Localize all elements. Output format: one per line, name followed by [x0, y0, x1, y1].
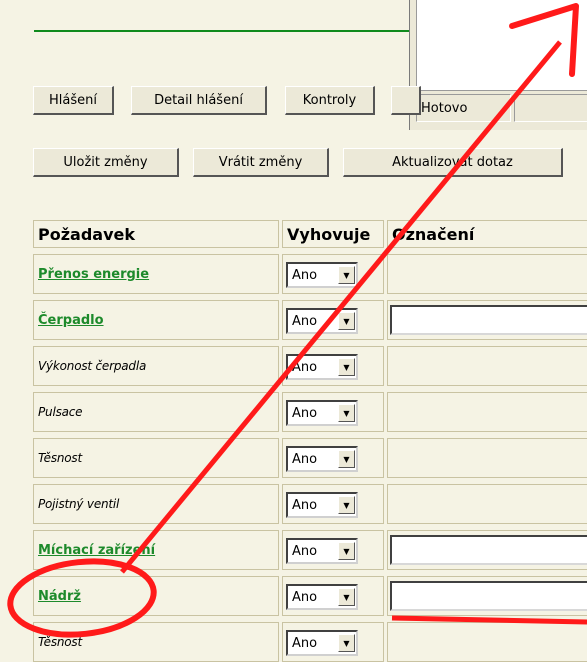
requirement-cell: Výkonost čerpadla [33, 346, 279, 386]
requirement-label: Výkonost čerpadla [38, 359, 147, 373]
requirement-label: Těsnost [38, 451, 82, 465]
popup-status-text: Hotovo [416, 94, 511, 122]
popup-window: Hotovo [409, 0, 587, 130]
marking-cell [387, 346, 587, 386]
requirement-cell: Čerpadlo [33, 300, 279, 340]
requirement-cell: Těsnost [33, 622, 279, 662]
tab-kontroly[interactable]: Kontroly [285, 86, 375, 115]
complies-select-value: Ano [292, 543, 318, 559]
chevron-down-icon[interactable]: ▼ [338, 496, 355, 514]
column-header-complies: Vyhovuje [282, 220, 384, 248]
requirement-label: Těsnost [38, 635, 82, 649]
chevron-down-icon[interactable]: ▼ [338, 588, 355, 606]
complies-select[interactable]: Ano ▼ [286, 400, 358, 426]
marking-cell [387, 254, 587, 294]
popup-content-area [416, 0, 587, 91]
chevron-down-icon[interactable]: ▼ [338, 450, 355, 468]
complies-select-value: Ano [292, 589, 318, 605]
complies-select-value: Ano [292, 497, 318, 513]
requirement-cell: Těsnost [33, 438, 279, 478]
requirement-label: Pulsace [38, 405, 83, 419]
requirement-label: Pojistný ventil [38, 497, 120, 511]
complies-select[interactable]: Ano ▼ [286, 354, 358, 380]
complies-select[interactable]: Ano ▼ [286, 538, 358, 564]
requirement-cell: Přenos energie [33, 254, 279, 294]
complies-select-value: Ano [292, 359, 318, 375]
header-divider [34, 30, 414, 32]
requirement-link[interactable]: Nádrž [38, 589, 81, 604]
complies-select-value: Ano [292, 451, 318, 467]
marking-input[interactable] [390, 305, 587, 335]
marking-input[interactable] [390, 581, 587, 611]
chevron-down-icon[interactable]: ▼ [338, 312, 355, 330]
complies-select-value: Ano [292, 267, 318, 283]
complies-select[interactable]: Ano ▼ [286, 584, 358, 610]
requirement-cell: Pulsace [33, 392, 279, 432]
chevron-down-icon[interactable]: ▼ [338, 358, 355, 376]
requirement-link[interactable]: Čerpadlo [38, 313, 104, 328]
tab-hlaseni[interactable]: Hlášení [33, 86, 114, 115]
save-changes-button[interactable]: Uložit změny [33, 148, 179, 177]
requirement-link[interactable]: Přenos energie [38, 267, 149, 282]
chevron-down-icon[interactable]: ▼ [338, 266, 355, 284]
chevron-down-icon[interactable]: ▼ [338, 542, 355, 560]
chevron-down-icon[interactable]: ▼ [338, 634, 355, 652]
chevron-down-icon[interactable]: ▼ [338, 404, 355, 422]
marking-cell [387, 622, 587, 662]
marking-input[interactable] [390, 535, 587, 565]
complies-select-value: Ano [292, 405, 318, 421]
marking-cell [387, 392, 587, 432]
popup-status-panel [514, 94, 587, 122]
marking-cell [387, 484, 587, 524]
requirement-cell: Nádrž [33, 576, 279, 616]
complies-select[interactable]: Ano ▼ [286, 446, 358, 472]
requirement-link[interactable]: Míchací zařízení [38, 543, 155, 558]
complies-select[interactable]: Ano ▼ [286, 630, 358, 656]
tab-next[interactable] [391, 86, 421, 115]
column-header-requirement: Požadavek [33, 220, 279, 248]
column-header-marking: Označení [387, 220, 587, 248]
complies-select[interactable]: Ano ▼ [286, 262, 358, 288]
complies-select-value: Ano [292, 635, 318, 651]
requirement-cell: Pojistný ventil [33, 484, 279, 524]
complies-select[interactable]: Ano ▼ [286, 308, 358, 334]
revert-changes-button[interactable]: Vrátit změny [193, 148, 329, 177]
requirement-cell: Míchací zařízení [33, 530, 279, 570]
complies-select[interactable]: Ano ▼ [286, 492, 358, 518]
marking-cell [387, 438, 587, 478]
complies-select-value: Ano [292, 313, 318, 329]
refresh-query-button[interactable]: Aktualizovat dotaz [343, 148, 563, 177]
tab-detail-hlaseni[interactable]: Detail hlášení [131, 86, 267, 115]
